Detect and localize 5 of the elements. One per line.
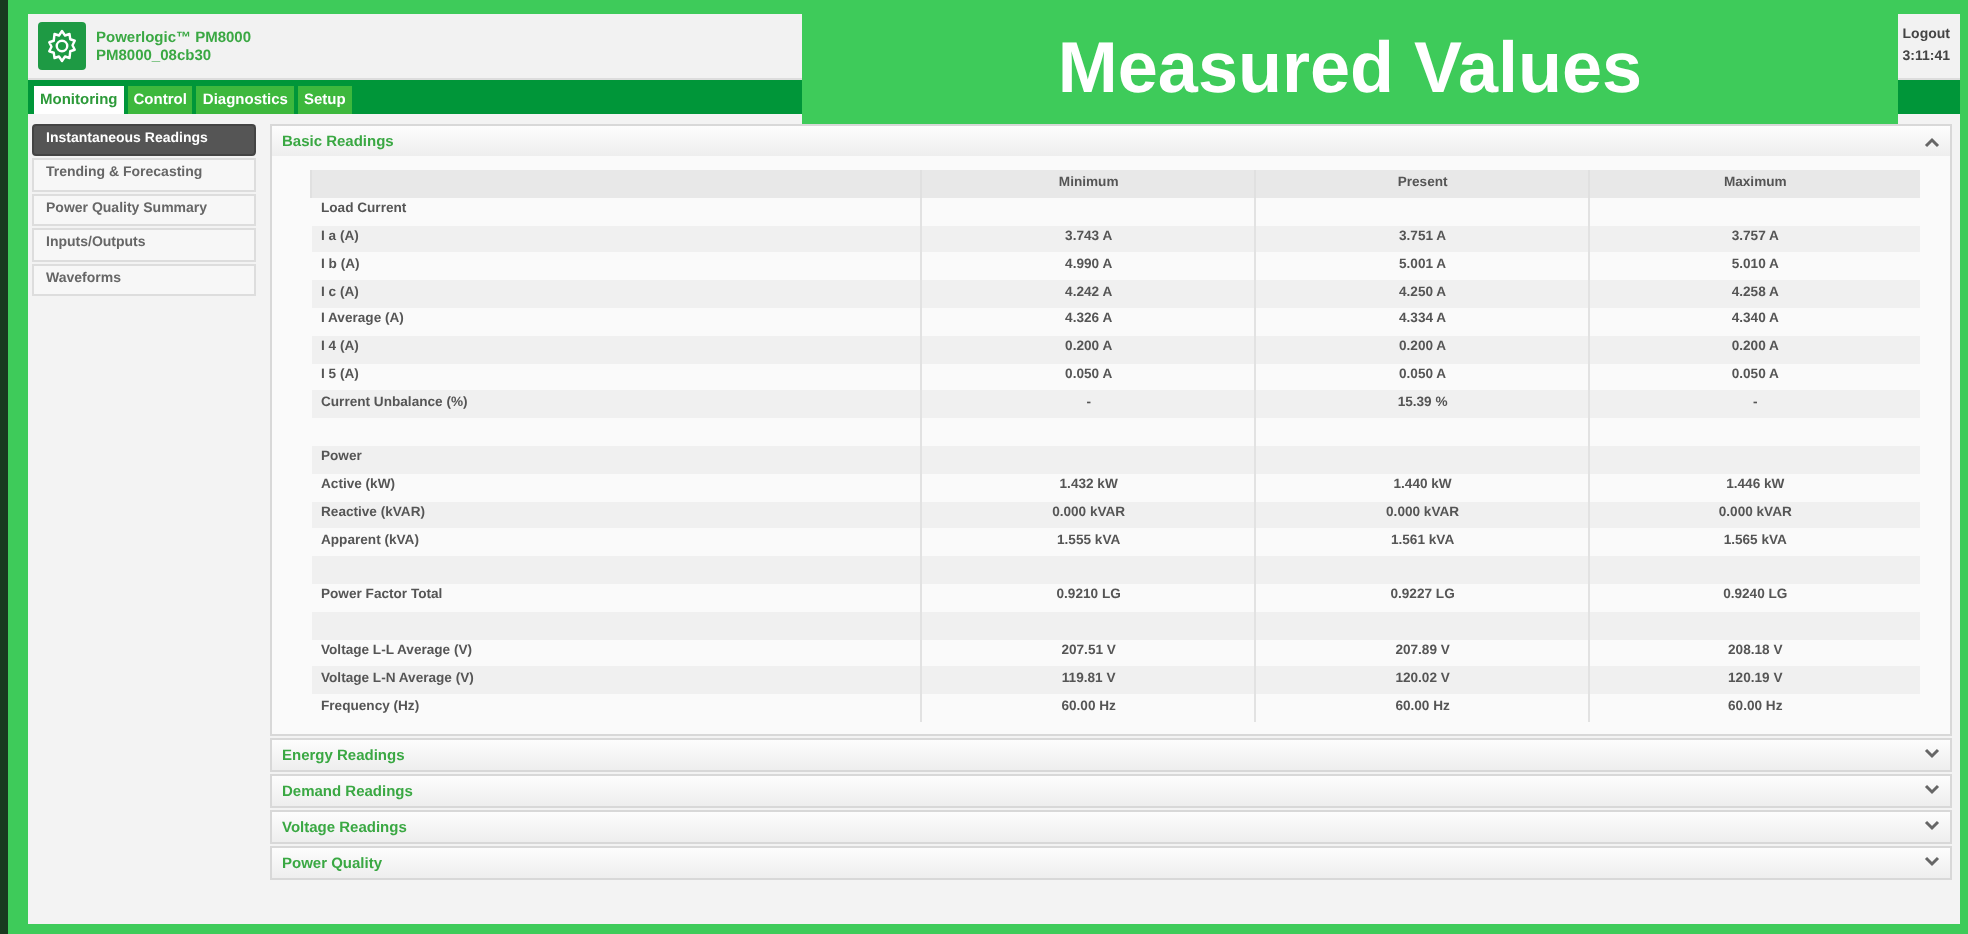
chevron-down-icon [1924,856,1940,869]
chevron-down-icon [1924,784,1940,797]
chevron-up-icon [1924,135,1940,147]
chevron-down-icon [1924,748,1940,761]
chevron-down-icon [1924,820,1940,833]
